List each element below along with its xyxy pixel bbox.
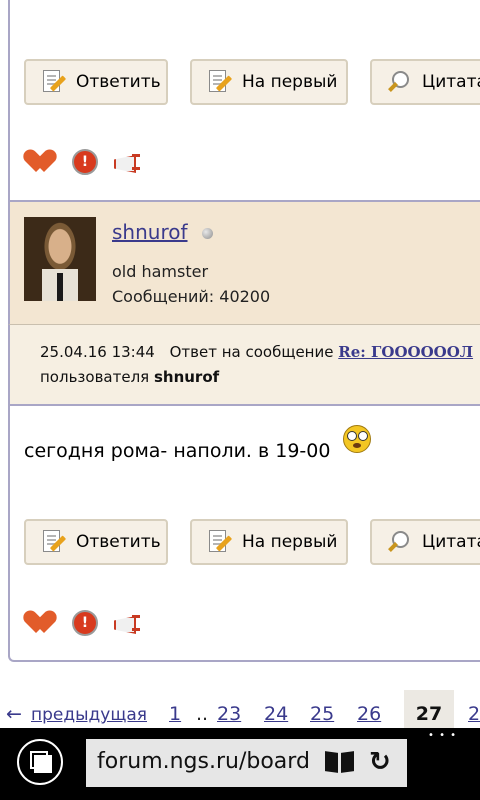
reply-icon [40,69,67,95]
url-text[interactable]: forum.ngs.ru/board [97,749,319,774]
to-first-icon [206,69,233,95]
reply-user: shnurof [153,368,220,386]
address-bar[interactable]: forum.ngs.ru/board ↻ [86,739,407,787]
tabs-button[interactable] [17,739,63,785]
online-status-dot-icon [202,228,213,239]
reactions-bar: ! [20,146,142,175]
to-first-label: На первый [242,532,338,552]
quote-icon [386,69,412,95]
heart-icon[interactable] [20,607,60,635]
page-ellipsis: .. [196,703,209,725]
megaphone-icon[interactable] [112,612,142,634]
to-first-icon [206,529,233,555]
quote-icon [386,529,412,555]
avatar[interactable] [24,217,96,301]
reply-label: Ответить [76,72,161,92]
post-body: сегодня рома- наполи. в 19-00 Ответить Н… [8,406,480,662]
megaphone-icon[interactable] [112,151,142,173]
page-link-23[interactable]: 23 [217,703,241,725]
reply-label: Ответить [76,532,161,552]
tabs-icon-front [34,755,52,773]
to-first-button[interactable]: На первый [190,59,348,105]
prev-page-link[interactable]: предыдущая [31,705,147,725]
post-meta: 25.04.16 13:44 Ответ на сообщение Re: ГО… [8,325,480,406]
to-first-label: На первый [242,72,338,92]
heart-icon[interactable] [20,146,60,174]
report-icon[interactable]: ! [72,149,98,175]
author-name-link[interactable]: shnurof [112,220,188,244]
quote-button[interactable]: Цитата [370,59,480,105]
user-prefix: пользователя [40,368,150,386]
page-link-1[interactable]: 1 [169,703,181,725]
reply-to-link[interactable]: Re: ГООООООЛ [338,343,473,361]
prev-arrow-icon[interactable]: ← [6,703,22,725]
reply-icon [40,529,67,555]
to-first-button[interactable]: На первый [190,519,348,565]
post-datetime: 25.04.16 13:44 [40,343,155,361]
post-top-section: Ответить На первый Цитата ! [8,0,480,200]
quote-label: Цитата [422,72,480,92]
reply-button[interactable]: Ответить [24,519,168,565]
more-menu-button[interactable]: • • • [428,730,457,741]
surprised-smiley-icon [342,425,371,453]
author-header: shnurof old hamster Сообщений: 40200 [8,200,480,325]
page-link-28[interactable]: 28 [468,703,480,725]
pagination: ← предыдущая 1 .. 23 24 25 26 27 28 [0,690,480,730]
reply-prefix: Ответ на сообщение [169,343,334,361]
reactions-bar: ! [20,607,142,636]
page-link-24[interactable]: 24 [264,703,288,725]
author-status: old hamster [112,262,209,281]
reply-button[interactable]: Ответить [24,59,168,105]
author-message-count: Сообщений: 40200 [112,287,271,306]
post-text: сегодня рома- наполи. в 19-00 [24,440,331,462]
current-page: 27 [404,690,454,730]
reading-view-icon[interactable] [325,751,355,774]
refresh-icon[interactable]: ↻ [369,747,391,777]
browser-bar: • • • forum.ngs.ru/board ↻ [0,728,480,800]
report-icon[interactable]: ! [72,610,98,636]
page-link-26[interactable]: 26 [357,703,381,725]
quote-label: Цитата [422,532,480,552]
quote-button[interactable]: Цитата [370,519,480,565]
page-link-25[interactable]: 25 [310,703,334,725]
